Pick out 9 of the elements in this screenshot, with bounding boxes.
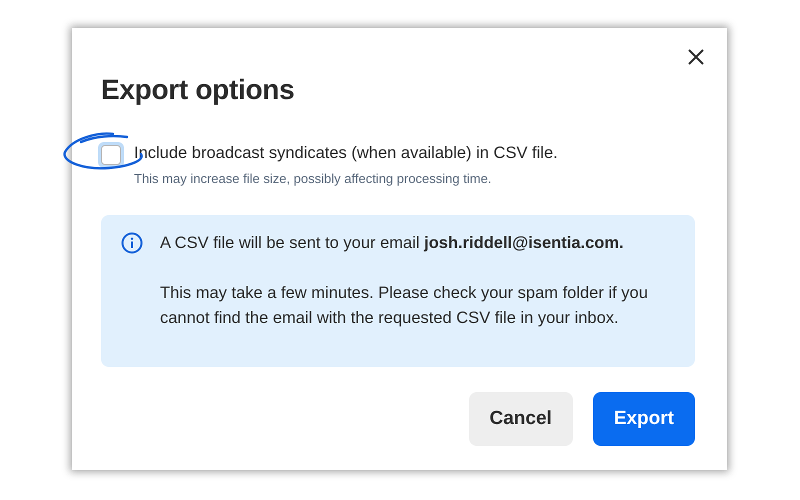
- info-text: This may take a few minutes. Please check your spam folder if you cannot find the email with the requested CSV file in your inbox.: [160, 283, 649, 329]
- checkbox-label: Include broadcast syndicates (when available) in CSV file.: [134, 144, 558, 163]
- cancel-button[interactable]: Cancel: [468, 392, 573, 446]
- dialog-title: Export options: [101, 73, 296, 106]
- export-button[interactable]: Export: [592, 392, 695, 446]
- close-icon[interactable]: [687, 48, 705, 66]
- info-text: A CSV file will be sent to your email josh.riddell@isentia.com.: [160, 233, 625, 254]
- checkbox-hint: This may increase file size, possibly affecting processing time.: [134, 171, 492, 186]
- info-icon: [121, 232, 143, 254]
